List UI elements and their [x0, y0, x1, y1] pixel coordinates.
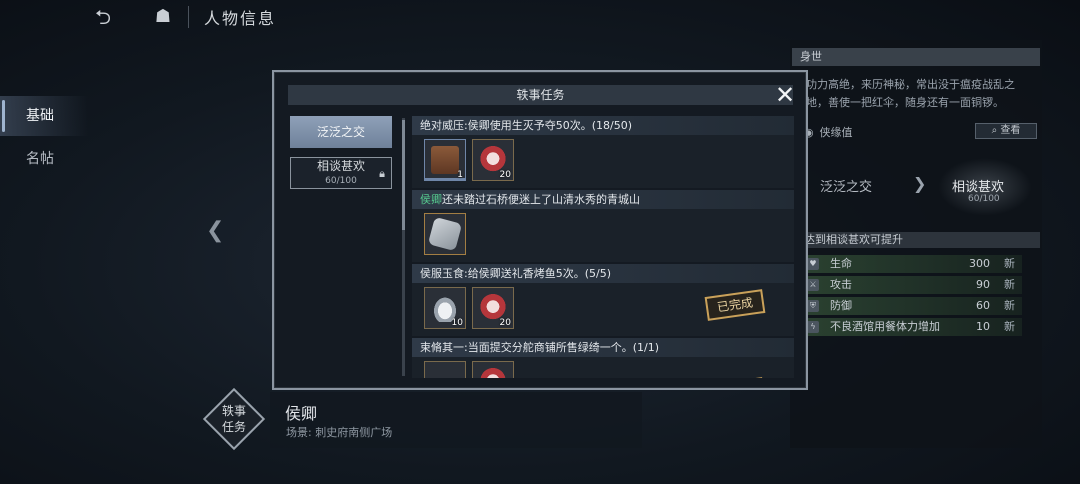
task-title: 侯服玉食:给侯卿送礼香烤鱼5次。(5/5) [412, 264, 794, 283]
stage-to-value: 60/100 [968, 194, 1000, 204]
stat-row-attack: ⚔ 攻击 90 新 [804, 276, 1022, 294]
stat-new-tag: 新 [1004, 278, 1015, 291]
task-item: 束脩其一:当面提交分舵商铺所售绿绮一个。(1/1) [412, 338, 794, 378]
search-icon: ⌕ [991, 125, 998, 136]
top-bar: ⮌ ☗ 人物信息 [0, 0, 1080, 36]
view-button[interactable]: ⌕ 查看 [975, 123, 1037, 139]
tab-casual-acquaintance[interactable]: 泛泛之交 [290, 116, 392, 148]
modal-title: 轶事任务 [516, 88, 565, 102]
back-arrow-icon[interactable]: ⮌ [88, 4, 118, 30]
silver-ingot-icon[interactable]: 10 [424, 287, 466, 329]
task-rewards: 1 20 [412, 135, 794, 188]
stage-from: 泛泛之交 [820, 180, 873, 195]
task-rewards: 10 20 已完成 [412, 283, 794, 336]
stat-new-tag: 新 [1004, 320, 1015, 333]
stat-value: 60 [976, 299, 990, 312]
red-tassel-icon[interactable] [472, 361, 514, 378]
stage-to: 相谈甚欢 [952, 180, 1005, 195]
background-description: 功力高绝，来历神秘，常出没于瘟疫战乱之地，善使一把红伞，随身还有一面铜锣。 [806, 78, 1015, 109]
background-section-title: 身世 [792, 48, 1040, 66]
anecdote-task-badge[interactable]: 轶事 任务 [202, 387, 266, 451]
view-button-label: 查看 [1000, 125, 1021, 136]
stat-value: 300 [969, 257, 990, 270]
upgrade-title: 达到相谈甚欢可提升 [792, 232, 1040, 248]
task-item: 侯卿还未踏过石桥便迷上了山清水秀的青城山 [412, 190, 794, 262]
heart-icon: ♥ [807, 258, 819, 270]
stat-name: 攻击 [830, 278, 852, 291]
red-tassel-icon[interactable]: 20 [472, 139, 514, 181]
badge-text: 轶事 任务 [203, 403, 265, 435]
stat-new-tag: 新 [1004, 257, 1015, 270]
home-icon[interactable]: ☗ [150, 4, 176, 30]
item-count: 20 [499, 318, 511, 328]
stat-name: 生命 [830, 257, 852, 270]
anecdote-task-modal: 轶事任务 ✕ 泛泛之交 相谈甚欢 60/100 🔒︎ 绝对威压:侯卿使用生灭予夺… [272, 70, 808, 390]
badge-line2: 任务 [221, 420, 246, 434]
side-nav: 基础 名帖 [0, 96, 110, 179]
completed-stamp [704, 377, 766, 378]
stat-row-defense: ⛨ 防御 60 新 [804, 297, 1022, 315]
stat-value: 10 [976, 320, 990, 333]
item-art [431, 146, 459, 174]
stat-value: 90 [976, 278, 990, 291]
divider [188, 6, 189, 28]
stat-row-hp: ♥ 生命 300 新 [804, 255, 1022, 273]
item-count: 10 [451, 318, 463, 328]
task-item: 侯服玉食:给侯卿送礼香烤鱼5次。(5/5) 10 20 已完成 [412, 264, 794, 336]
task-rewards [412, 357, 794, 378]
task-title: 束脩其一:当面提交分舵商铺所售绿绮一个。(1/1) [412, 338, 794, 357]
nav-item-card[interactable]: 名帖 [0, 139, 110, 179]
task-title: 绝对威压:侯卿使用生灭予夺50次。(18/50) [412, 116, 794, 135]
stat-name: 不良酒馆用餐体力增加 [830, 320, 940, 333]
task-title: 侯卿还未踏过石桥便迷上了山清水秀的青城山 [412, 190, 794, 209]
close-icon[interactable]: ✕ [772, 82, 798, 108]
stat-new-tag: 新 [1004, 299, 1015, 312]
task-highlight: 侯卿 [420, 193, 442, 206]
item-count: 1 [457, 170, 463, 180]
stat-row-stamina: ϟ 不良酒馆用餐体力增加 10 新 [804, 318, 1022, 336]
stat-name: 防御 [830, 299, 852, 312]
task-rewards [412, 209, 794, 262]
tab-pleasant-conversation[interactable]: 相谈甚欢 60/100 🔒︎ [290, 157, 392, 189]
badge-line1: 轶事 [221, 404, 246, 418]
tab-label: 相谈甚欢 [316, 159, 365, 173]
red-tassel-icon[interactable]: 20 [472, 287, 514, 329]
item-art [479, 368, 507, 378]
chevron-right-icon: ❯ [913, 174, 927, 193]
nav-item-basic[interactable]: 基础 [0, 96, 110, 136]
task-list[interactable]: 绝对威压:侯卿使用生灭予夺50次。(18/50) 1 20 侯卿还未踏过石桥便迷… [402, 116, 794, 378]
character-name: 侯卿 [285, 404, 318, 423]
page-title: 人物信息 [204, 9, 277, 28]
scroll-icon[interactable] [424, 213, 466, 255]
shield-icon: ⛨ [807, 300, 819, 312]
reward-item-icon[interactable] [424, 361, 466, 378]
task-item: 绝对威压:侯卿使用生灭予夺50次。(18/50) 1 20 [412, 116, 794, 188]
item-count: 20 [499, 170, 511, 180]
item-art [427, 216, 463, 252]
chevron-left-icon[interactable]: ❮ [206, 218, 224, 243]
lightning-icon: ϟ [807, 321, 819, 333]
scrollbar-thumb[interactable] [402, 120, 405, 230]
character-scene: 场景: 刺史府南侧广场 [286, 426, 393, 439]
treasure-chest-icon[interactable]: 1 [424, 139, 466, 181]
completed-stamp: 已完成 [704, 289, 766, 321]
task-title-text: 还未踏过石桥便迷上了山清水秀的青城山 [442, 193, 640, 206]
scrollbar-track[interactable] [402, 118, 405, 376]
bond-label: 侠缘值 [819, 126, 853, 139]
modal-header: 轶事任务 [288, 85, 793, 105]
tab-progress: 60/100 [325, 176, 357, 186]
lock-icon: 🔒︎ [379, 167, 385, 180]
tab-list: 泛泛之交 相谈甚欢 60/100 🔒︎ [290, 116, 392, 198]
attack-icon: ⚔ [807, 279, 819, 291]
